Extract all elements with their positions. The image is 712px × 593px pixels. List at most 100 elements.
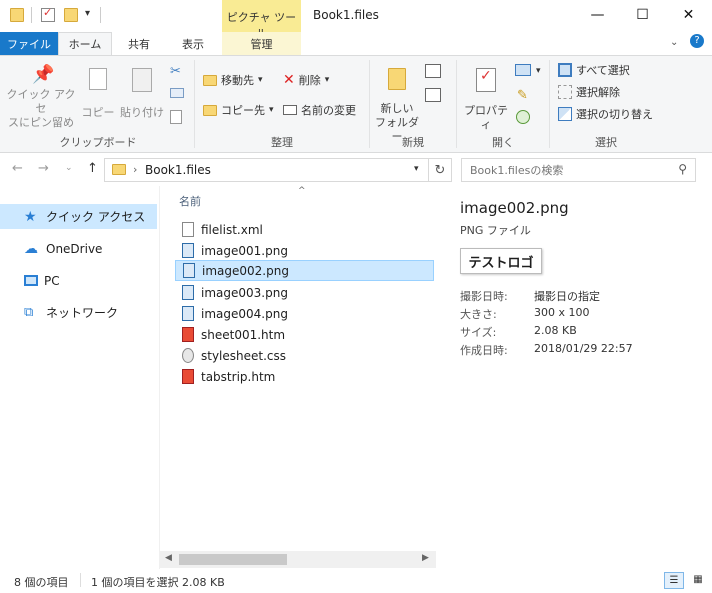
search-icon[interactable]: ⚲ <box>678 162 687 176</box>
item-count: 8 個の項目 <box>14 576 69 589</box>
tab-share[interactable]: 共有 <box>112 32 166 55</box>
nav-item-quick-access[interactable]: ★ クイック アクセス <box>0 204 157 229</box>
scroll-left-icon[interactable]: ◀ <box>165 553 172 563</box>
tab-file[interactable]: ファイル <box>0 32 58 55</box>
prop-value: 300 x 100 <box>534 306 590 319</box>
file-row[interactable]: filelist.xml <box>175 219 434 240</box>
file-row[interactable]: sheet001.htm <box>175 324 434 345</box>
select-all-button[interactable]: すべて選択 <box>558 60 630 80</box>
rename-button[interactable]: 名前の変更 <box>283 100 356 120</box>
pin-label-line2: スにピン留め <box>8 116 74 129</box>
properties-button[interactable]: ✓ プロパティ <box>462 68 510 132</box>
copy-to-label: コピー先 <box>221 104 265 117</box>
invert-selection-button[interactable]: 選択の切り替え <box>558 104 653 124</box>
copy-button[interactable]: コピー <box>80 68 116 120</box>
move-folder-icon <box>203 74 217 86</box>
file-row-selected[interactable]: image002.png <box>175 260 434 281</box>
address-dropdown-icon[interactable]: ▾ <box>414 164 419 174</box>
paste-shortcut-icon[interactable] <box>170 110 182 124</box>
png-file-icon <box>182 243 194 258</box>
tab-manage[interactable]: 管理 <box>222 32 301 55</box>
pin-label-line1: クイック アクセ <box>6 88 76 115</box>
file-row[interactable]: stylesheet.css <box>175 345 434 366</box>
file-row[interactable]: tabstrip.htm <box>175 366 434 387</box>
back-arrow-icon[interactable]: ← <box>12 161 23 176</box>
tab-view[interactable]: 表示 <box>166 32 220 55</box>
divider <box>100 7 101 23</box>
up-arrow-icon[interactable]: ↑ <box>87 161 98 176</box>
close-button[interactable]: ✕ <box>666 0 711 30</box>
status-bar: 8 個の項目 1 個の項目を選択 2.08 KB ☰ ▦ <box>0 569 712 593</box>
scroll-right-icon[interactable]: ▶ <box>422 553 429 563</box>
recent-locations-icon[interactable]: ⌄ <box>65 163 73 173</box>
help-icon[interactable]: ? <box>690 34 704 48</box>
address-bar[interactable]: › Book1.files ▾ <box>104 158 429 182</box>
file-row[interactable]: image001.png <box>175 240 434 261</box>
properties-big-icon: ✓ <box>476 68 496 92</box>
breadcrumb-path[interactable]: Book1.files <box>145 163 211 177</box>
scrollbar-thumb[interactable] <box>179 554 287 565</box>
file-name: sheet001.htm <box>201 327 286 342</box>
forward-arrow-icon[interactable]: → <box>38 161 49 176</box>
select-group-label: 選択 <box>595 136 617 149</box>
nav-item-label: ネットワーク <box>46 306 119 320</box>
properties-icon[interactable]: ✓ <box>41 6 55 22</box>
new-folder-icon <box>388 68 406 90</box>
collapse-ribbon-icon[interactable]: ⌄ <box>670 37 678 48</box>
copy-to-button[interactable]: コピー先 ▾ <box>203 100 274 120</box>
open-icon[interactable] <box>515 64 531 76</box>
prop-value[interactable]: 撮影日の指定 <box>534 288 600 304</box>
dropdown-icon: ▾ <box>324 75 330 85</box>
cut-icon[interactable]: ✂ <box>170 64 181 79</box>
edit-icon[interactable]: ✎ <box>517 88 528 103</box>
prop-label: 大きさ: <box>460 308 497 321</box>
move-to-button[interactable]: 移動先 ▾ <box>203 70 263 90</box>
organize-group-label: 整理 <box>271 136 293 149</box>
delete-button[interactable]: ✕ 削除 ▾ <box>283 70 329 90</box>
horizontal-scrollbar[interactable]: ◀ ▶ <box>160 551 436 568</box>
select-none-button[interactable]: 選択解除 <box>558 82 620 102</box>
dropdown-icon: ▾ <box>269 105 274 115</box>
cloud-icon: ☁ <box>24 240 38 257</box>
easy-access-icon[interactable] <box>425 88 441 102</box>
divider <box>80 573 81 587</box>
nav-item-pc[interactable]: PC <box>0 268 157 293</box>
png-file-icon <box>182 285 194 300</box>
divider <box>194 60 195 148</box>
nav-item-onedrive[interactable]: ☁ OneDrive <box>0 236 157 261</box>
customize-qat-icon[interactable]: ▾ <box>85 8 90 19</box>
prop-label: 作成日時: <box>460 344 508 357</box>
new-item-icon[interactable] <box>425 64 441 78</box>
tab-home[interactable]: ホーム <box>58 32 112 55</box>
preview-filetype: PNG ファイル <box>460 224 531 237</box>
refresh-button[interactable]: ↻ <box>429 158 452 182</box>
history-icon[interactable] <box>516 110 530 124</box>
pin-icon: 📌 <box>32 64 55 85</box>
rename-icon <box>283 105 297 115</box>
clipboard-icon <box>132 68 152 92</box>
minimize-button[interactable]: — <box>575 0 620 30</box>
file-name: tabstrip.htm <box>201 369 276 384</box>
dropdown-icon[interactable]: ▾ <box>536 66 541 76</box>
select-none-label: 選択解除 <box>576 86 620 99</box>
large-icons-view-icon[interactable]: ▦ <box>688 572 708 589</box>
details-view-icon[interactable]: ☰ <box>664 572 684 589</box>
file-row[interactable]: image003.png <box>175 282 434 303</box>
file-name: image003.png <box>201 285 288 300</box>
prop-value: 2018/01/29 22:57 <box>534 342 633 355</box>
new-folder-qat-icon[interactable] <box>64 8 78 22</box>
column-header-name[interactable]: 名前 <box>179 193 201 209</box>
divider <box>549 60 550 148</box>
paste-button[interactable]: 貼り付け <box>120 68 164 120</box>
search-box[interactable]: ⚲ <box>461 158 696 182</box>
file-row[interactable]: image004.png <box>175 303 434 324</box>
copy-path-icon[interactable] <box>170 88 184 98</box>
move-to-label: 移動先 <box>221 74 254 87</box>
nav-item-network[interactable]: ⧉ ネットワーク <box>0 300 157 325</box>
star-icon: ★ <box>24 208 37 225</box>
new-folder-button[interactable]: 新しい フォルダー <box>374 68 420 144</box>
search-input[interactable] <box>462 159 662 181</box>
pin-quick-access-button[interactable]: 📌 クイック アクセ スにピン留め <box>6 64 76 130</box>
divider <box>369 60 370 148</box>
maximize-button[interactable]: ☐ <box>620 0 665 30</box>
